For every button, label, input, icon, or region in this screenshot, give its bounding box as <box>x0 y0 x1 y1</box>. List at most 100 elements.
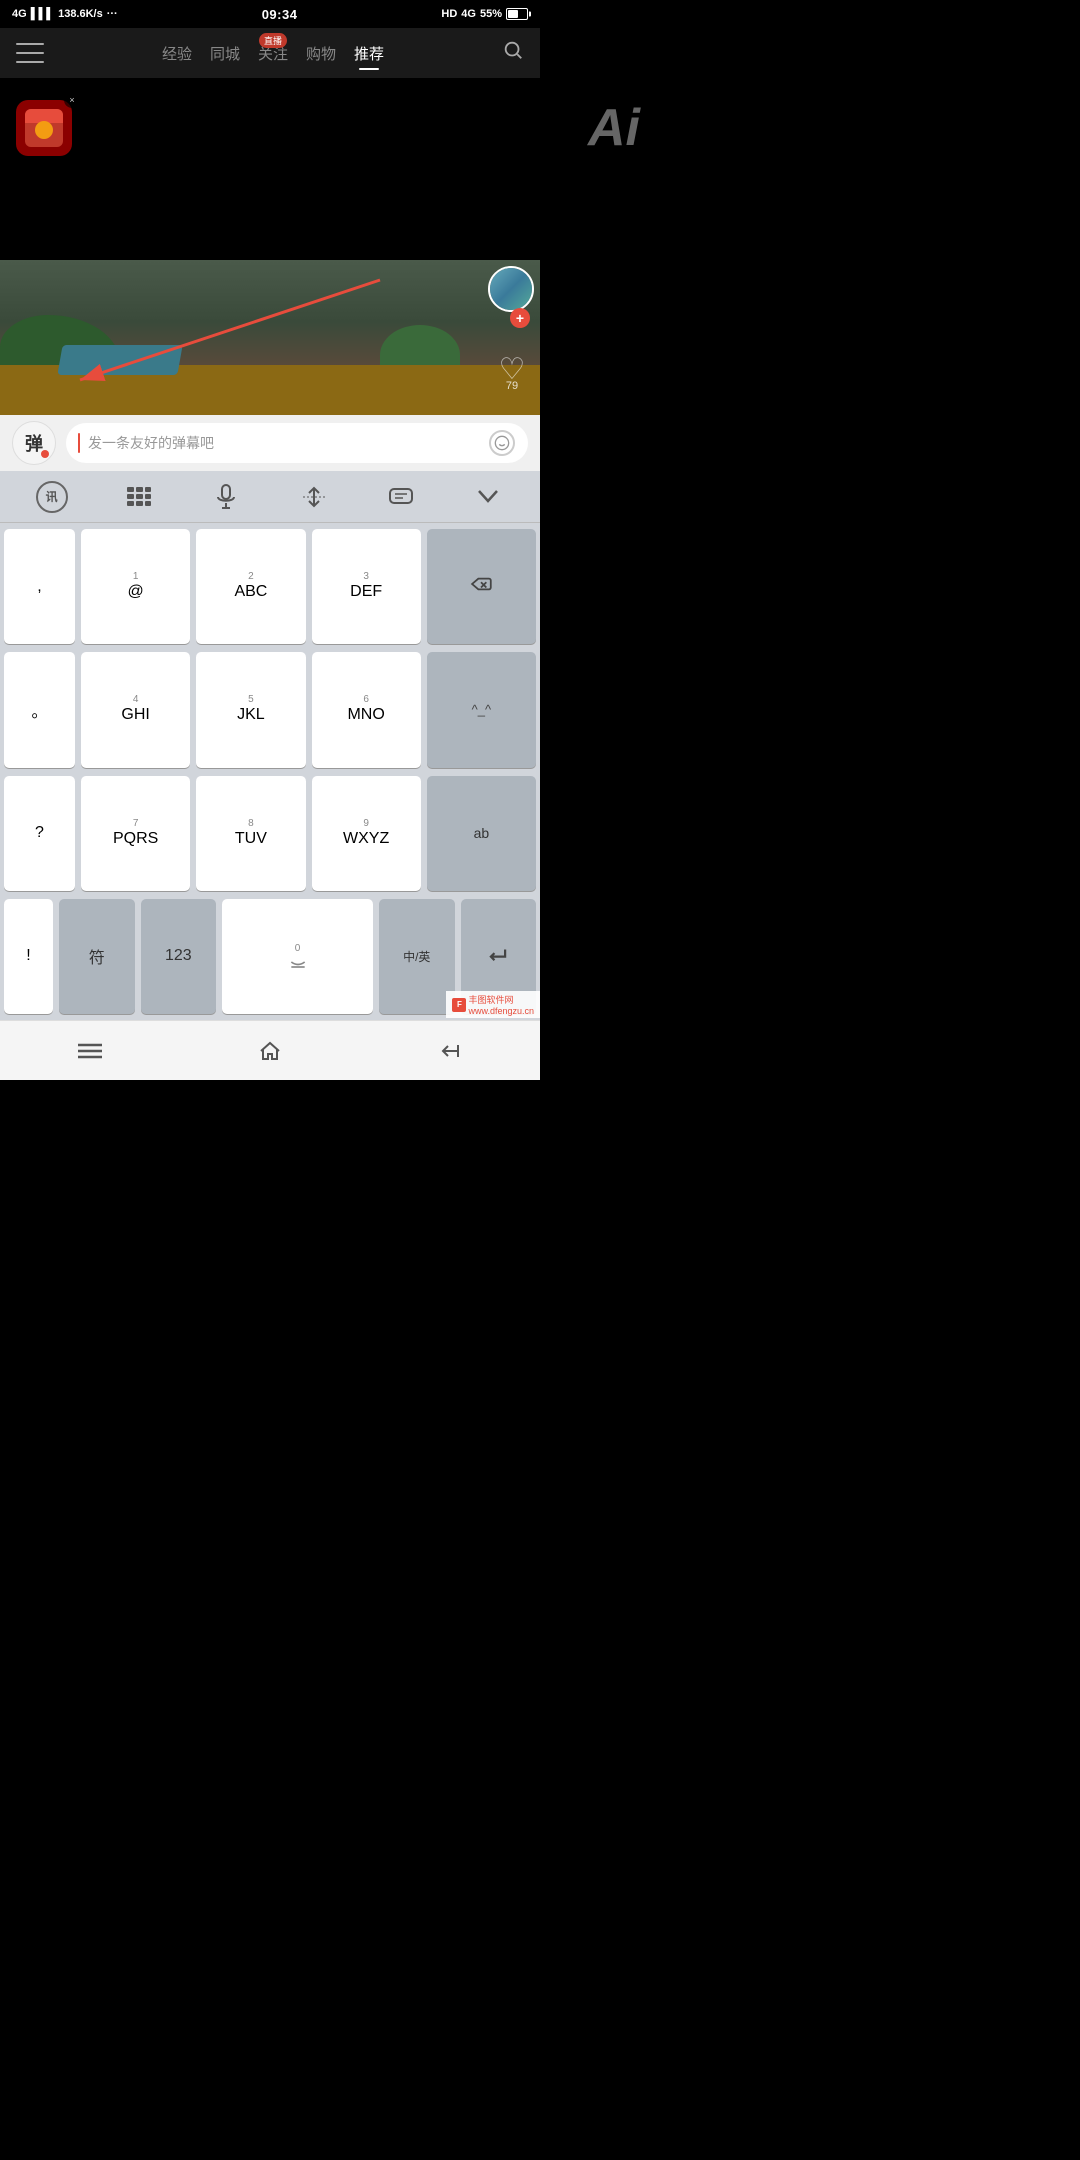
key-lang-label: 中/英 <box>403 948 430 965</box>
microphone-button[interactable] <box>204 479 248 515</box>
search-button[interactable] <box>502 39 524 67</box>
key-lang-switch[interactable]: 中/英 <box>379 899 454 1014</box>
dark-area <box>0 78 540 260</box>
text-cursor <box>78 433 80 453</box>
keyboard-toolbar: 讯 <box>0 471 540 523</box>
key-4-ghi[interactable]: 4 GHI <box>81 652 190 767</box>
ad-close-button[interactable]: × <box>64 92 80 108</box>
key-9-number: 9 <box>363 819 369 829</box>
top-navigation: 经验 同城 直播 关注 购物 推荐 <box>0 28 540 78</box>
cursor-move-button[interactable] <box>292 479 336 515</box>
watermark-icon: F 丰图软件网 www.dfengzu.cn <box>452 993 534 1016</box>
xunfei-button[interactable]: 讯 <box>30 479 74 515</box>
comment-placeholder: 发一条友好的弹幕吧 <box>88 433 480 453</box>
keyboard-grid-icon <box>126 486 152 508</box>
key-1-label: @ <box>128 583 144 601</box>
nav-item-recommend[interactable]: 推荐 <box>354 43 384 64</box>
key-9-label: WXYZ <box>343 830 389 848</box>
profile-avatar[interactable] <box>488 266 534 312</box>
key-enter-label <box>487 946 509 967</box>
hamburger-menu-button[interactable] <box>16 43 44 63</box>
key-1-at[interactable]: 1 @ <box>81 529 190 644</box>
key-2-abc[interactable]: 2 ABC <box>196 529 305 644</box>
nav-home-button[interactable] <box>258 1039 282 1063</box>
key-comma[interactable]: , <box>4 529 75 644</box>
key-3-number: 3 <box>363 572 369 582</box>
bubble-icon <box>388 486 414 508</box>
status-left: 4G ▌▌▌ 138.6K/s ··· <box>12 8 118 20</box>
like-count: 79 <box>492 380 532 392</box>
ad-popup: × <box>16 100 72 156</box>
key-8-label: TUV <box>235 830 267 848</box>
red-envelope-icon <box>25 109 63 147</box>
live-badge-label: 直播 <box>259 33 287 48</box>
key-symbol-label: 符 <box>89 944 105 968</box>
key-5-label: JKL <box>237 706 265 724</box>
time-display: 09:34 <box>262 7 298 22</box>
key-ab-mode[interactable]: ab <box>427 776 536 891</box>
xunfei-icon: 讯 <box>36 481 68 513</box>
key-123[interactable]: 123 <box>141 899 216 1014</box>
chevron-down-icon <box>477 489 499 505</box>
cursor-icon <box>301 486 327 508</box>
like-button[interactable]: ♡ 79 <box>492 350 532 390</box>
key-5-number: 5 <box>248 695 254 705</box>
key-123-label: 123 <box>165 947 192 965</box>
key-7-pqrs[interactable]: 7 PQRS <box>81 776 190 891</box>
nav-item-local[interactable]: 同城 <box>210 43 240 64</box>
key-period-label: 。 <box>32 698 48 722</box>
battery-percent: 55% <box>480 8 502 20</box>
nav-item-experience[interactable]: 经验 <box>162 43 192 64</box>
envelope-star <box>35 121 53 139</box>
key-6-label: MNO <box>347 706 384 724</box>
danmu-button[interactable]: 弹 <box>12 421 56 465</box>
key-question-label: ? <box>35 824 44 842</box>
key-exclaim[interactable]: ! <box>4 899 53 1014</box>
key-1-number: 1 <box>133 572 139 582</box>
nav-item-follow[interactable]: 直播 关注 <box>258 43 288 64</box>
key-emoji-face[interactable]: ^_^ <box>427 652 536 767</box>
menu-icon <box>78 1042 102 1060</box>
key-6-number: 6 <box>363 695 369 705</box>
key-4-label: GHI <box>121 706 149 724</box>
key-2-number: 2 <box>248 572 254 582</box>
key-0-number: 0 <box>295 944 301 954</box>
nav-menu-button[interactable] <box>78 1042 102 1060</box>
watermark: F 丰图软件网 www.dfengzu.cn <box>446 991 540 1018</box>
status-dots: ··· <box>107 8 118 20</box>
key-5-jkl[interactable]: 5 JKL <box>196 652 305 767</box>
nav-back-button[interactable] <box>438 1039 462 1063</box>
key-8-tuv[interactable]: 8 TUV <box>196 776 305 891</box>
nav-item-shop[interactable]: 购物 <box>306 43 336 64</box>
network-type: 4G <box>461 8 476 20</box>
watermark-url: www.dfengzu.cn <box>468 1006 534 1016</box>
status-bar: 4G ▌▌▌ 138.6K/s ··· 09:34 HD 4G 55% <box>0 0 540 28</box>
key-period[interactable]: 。 <box>4 652 75 767</box>
ad-icon[interactable] <box>16 100 72 156</box>
keyboard-row-2: 。 4 GHI 5 JKL 6 MNO ^_^ <box>4 652 536 767</box>
follow-button[interactable]: + <box>510 308 530 328</box>
key-symbol[interactable]: 符 <box>59 899 134 1014</box>
video-content-area[interactable]: + ♡ 79 <box>0 260 540 415</box>
home-icon <box>258 1039 282 1063</box>
key-9-wxyz[interactable]: 9 WXYZ <box>312 776 421 891</box>
watermark-site: 丰图软件网 <box>468 993 534 1006</box>
collapse-keyboard-button[interactable] <box>466 479 510 515</box>
danmu-notification-dot <box>41 450 49 458</box>
keyboard-switch-button[interactable] <box>117 479 161 515</box>
key-7-label: PQRS <box>113 830 158 848</box>
comment-input-field[interactable]: 发一条友好的弹幕吧 <box>66 423 528 463</box>
bubble-button[interactable] <box>379 479 423 515</box>
space-icon <box>288 955 308 969</box>
key-3-def[interactable]: 3 DEF <box>312 529 421 644</box>
key-exclaim-label: ! <box>26 947 30 965</box>
key-space[interactable]: 0 <box>222 899 373 1014</box>
key-6-mno[interactable]: 6 MNO <box>312 652 421 767</box>
key-ab-label: ab <box>474 825 490 841</box>
key-backspace[interactable] <box>427 529 536 644</box>
key-question[interactable]: ? <box>4 776 75 891</box>
emoji-button[interactable] <box>488 429 516 457</box>
key-comma-label: , <box>37 578 41 596</box>
status-right: HD 4G 55% <box>441 8 528 20</box>
nav-items: 经验 同城 直播 关注 购物 推荐 <box>162 43 384 64</box>
